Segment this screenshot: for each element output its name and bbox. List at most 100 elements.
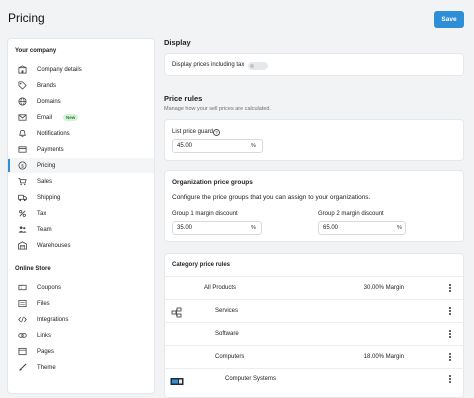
- page-title: Pricing: [8, 11, 45, 25]
- save-button[interactable]: Save: [434, 11, 464, 28]
- sidebar-item-shipping[interactable]: Shipping: [8, 190, 154, 205]
- percent-suffix: %: [397, 225, 402, 231]
- sidebar-item-sales[interactable]: Sales: [8, 174, 154, 189]
- category-margin: 18.00% Margin: [363, 354, 404, 360]
- sidebar-item-label: Warehouses: [37, 242, 71, 249]
- sidebar-item-notifications[interactable]: Notifications: [8, 126, 154, 141]
- brush-icon: [18, 363, 27, 372]
- dollar-circle-icon: $: [18, 161, 27, 170]
- sidebar-item-warehouses[interactable]: Warehouses: [8, 238, 154, 253]
- help-icon[interactable]: ?: [213, 128, 220, 136]
- globe-icon: [18, 97, 27, 106]
- tag-icon: [18, 81, 27, 90]
- file-icon: [18, 299, 27, 308]
- envelope-icon: [18, 113, 27, 122]
- percent-icon: [18, 209, 27, 218]
- code-icon: [18, 315, 27, 324]
- coupon-icon: [18, 283, 27, 292]
- link-icon: [18, 331, 27, 340]
- sidebar-item-label: Coupons: [37, 284, 62, 291]
- category-name: Services: [215, 308, 239, 314]
- cart-icon: [18, 177, 27, 186]
- category-row-services[interactable]: Services: [164, 299, 464, 321]
- kebab-menu-icon[interactable]: [449, 330, 451, 338]
- category-rules-title: Category price rules: [172, 262, 231, 268]
- sidebar-item-brands[interactable]: Brands: [8, 78, 154, 93]
- sidebar-item-label: Files: [37, 300, 50, 307]
- sidebar-item-label: Brands: [37, 82, 57, 89]
- display-section-title: Display: [164, 38, 191, 47]
- new-badge: New: [63, 114, 79, 121]
- category-row-software[interactable]: Software: [164, 322, 464, 344]
- display-card: Display prices including tax: [164, 53, 464, 76]
- group1-label: Group 1 margin discount: [172, 211, 238, 217]
- settings-sidebar: Your company Company details Brands Doma…: [7, 38, 155, 394]
- kebab-menu-icon[interactable]: [449, 375, 451, 383]
- sidebar-item-label: Team: [37, 226, 52, 233]
- category-row-computer-systems[interactable]: Computer Systems: [164, 368, 464, 390]
- sidebar-item-label: Integrations: [37, 316, 69, 323]
- category-row-all-products[interactable]: All Products 30.00% Margin: [164, 276, 464, 298]
- sidebar-item-label: Links: [37, 332, 52, 339]
- sidebar-heading-store: Online Store: [15, 266, 51, 272]
- sidebar-item-label: Notifications: [37, 130, 70, 137]
- sidebar-item-pages[interactable]: Pages: [8, 344, 154, 359]
- sidebar-item-label: Tax: [37, 210, 47, 217]
- price-rules-subtitle: Manage how your sell prices are calculat…: [164, 106, 272, 112]
- sidebar-item-label: Shipping: [37, 194, 61, 201]
- users-icon: [18, 225, 27, 234]
- list-price-guard-input[interactable]: 45.00: [172, 139, 263, 153]
- sidebar-item-label: Domains: [37, 98, 61, 105]
- group2-label: Group 2 margin discount: [318, 211, 384, 217]
- sidebar-item-theme[interactable]: Theme: [8, 360, 154, 375]
- sidebar-item-domains[interactable]: Domains: [8, 94, 154, 109]
- org-groups-title: Organization price groups: [172, 179, 253, 186]
- sidebar-item-links[interactable]: Links: [8, 328, 154, 343]
- category-row-computers[interactable]: Computers 18.00% Margin: [164, 345, 464, 367]
- org-groups-description: Configure the price groups that you can …: [172, 194, 371, 201]
- sidebar-item-label: Pages: [37, 348, 55, 355]
- sidebar-item-payments[interactable]: Payments: [8, 142, 154, 157]
- sidebar-item-tax[interactable]: Tax: [8, 206, 154, 221]
- sidebar-item-email[interactable]: Email New: [8, 110, 154, 125]
- group2-margin-input[interactable]: 65.00: [318, 221, 406, 235]
- percent-suffix: %: [251, 143, 256, 149]
- warehouse-icon: [18, 241, 27, 250]
- sidebar-item-label: Payments: [37, 146, 64, 153]
- sidebar-heading-company: Your company: [15, 48, 57, 54]
- svg-text:$: $: [21, 163, 24, 169]
- bell-icon: [18, 129, 27, 138]
- sidebar-item-integrations[interactable]: Integrations: [8, 312, 154, 327]
- category-name: Computer Systems: [225, 376, 277, 382]
- sidebar-item-coupons[interactable]: Coupons: [8, 280, 154, 295]
- truck-icon: [18, 193, 27, 202]
- sidebar-item-label: Company details: [37, 66, 82, 73]
- category-thumbnail-icon: [171, 305, 183, 318]
- group1-margin-input[interactable]: 35.00: [172, 221, 262, 235]
- kebab-menu-icon[interactable]: [449, 307, 451, 315]
- sidebar-item-team[interactable]: Team: [8, 222, 154, 237]
- tax-toggle-label: Display prices including tax: [172, 62, 245, 68]
- sidebar-item-pricing[interactable]: $ Pricing: [8, 158, 154, 173]
- sidebar-item-files[interactable]: Files: [8, 296, 154, 311]
- sidebar-item-company-details[interactable]: Company details: [8, 62, 154, 77]
- org-price-groups-card: Organization price groups Configure the …: [164, 170, 464, 242]
- price-rules-title: Price rules: [164, 94, 203, 103]
- list-price-guard-label: List price guard: [172, 129, 214, 135]
- sidebar-item-label: Theme: [37, 364, 56, 371]
- category-name: All Products: [204, 285, 237, 291]
- kebab-menu-icon[interactable]: [449, 284, 451, 292]
- kebab-menu-icon[interactable]: [449, 353, 451, 361]
- sidebar-item-label: Email: [37, 114, 53, 121]
- sidebar-item-label: Pricing: [37, 162, 56, 169]
- credit-card-icon: [18, 145, 27, 154]
- sidebar-item-label: Sales: [37, 178, 53, 185]
- category-name: Software: [215, 331, 239, 337]
- tax-toggle[interactable]: [248, 62, 268, 70]
- category-margin: 30.00% Margin: [363, 285, 404, 291]
- building-icon: [18, 65, 27, 74]
- list-price-guard-card: List price guard ? 45.00 %: [164, 119, 464, 161]
- category-thumbnail-icon: [170, 374, 184, 385]
- page-icon: [18, 347, 27, 356]
- category-name: Computers: [215, 354, 245, 360]
